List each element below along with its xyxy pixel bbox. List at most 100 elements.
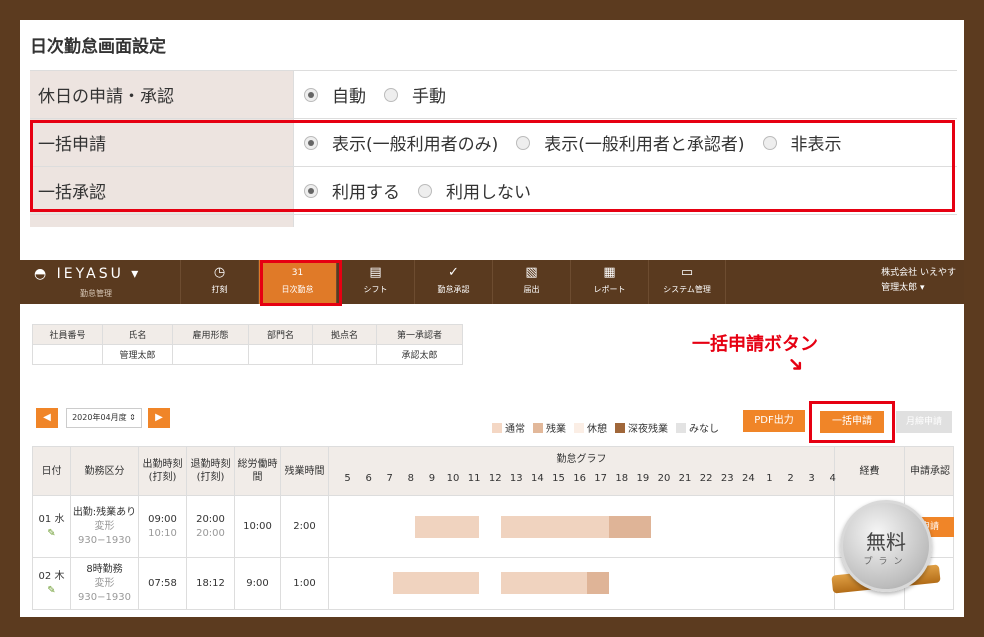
- nav-label: 打刻: [211, 285, 228, 294]
- brand[interactable]: ◓ IEYASU ▾ 勤怠管理: [20, 260, 180, 304]
- hour-label: 8: [407, 473, 415, 484]
- nav-item-shift[interactable]: ▤ シフト: [336, 260, 414, 304]
- legend-swatch: [615, 422, 625, 433]
- table-header: 部門名: [248, 324, 313, 345]
- nav-label: 届出: [523, 285, 540, 294]
- nav-item-system-admin[interactable]: ▭ システム管理: [648, 260, 726, 304]
- prev-month-button[interactable]: ◀: [36, 408, 58, 428]
- user-name-text: 管理太郎: [881, 283, 918, 293]
- pencil-icon[interactable]: ✎: [47, 527, 55, 541]
- chevron-left-icon: ◀: [43, 412, 51, 423]
- highlight-box-bulk-button: [809, 401, 895, 443]
- hour-label: 10: [446, 473, 460, 484]
- hour-label: 19: [636, 473, 650, 484]
- hour-label: 7: [386, 473, 393, 484]
- hour-label: 5: [344, 473, 351, 484]
- report-icon: ▦: [603, 265, 616, 280]
- nav-label: シフト: [363, 285, 388, 294]
- nav-label: レポート: [593, 285, 626, 294]
- legend-label: 残業: [546, 424, 566, 435]
- settings-row-partial: [30, 215, 957, 227]
- free-plan-badge: 無料 プラン: [831, 500, 942, 610]
- cell-end: 20:00 20:00: [187, 496, 235, 557]
- table-header-row: 社員番号 氏名 雇用形態 部門名 拠点名 第一承認者: [32, 324, 463, 345]
- nav-label: システム管理: [663, 285, 711, 294]
- bar-regular: [501, 516, 609, 538]
- pattern-text: 変形930−1930: [78, 577, 131, 603]
- cell-total: 10:00: [235, 496, 281, 557]
- brand-logo: ◓ IEYASU ▾: [34, 266, 142, 282]
- hour-label: 18: [615, 473, 629, 484]
- header-graph: 勤怠グラフ: [329, 447, 835, 495]
- hour-label: 20: [657, 473, 671, 484]
- legend-label: 深夜残業: [628, 424, 668, 435]
- end-punch: 20:00: [196, 527, 225, 539]
- radio-button[interactable]: [304, 87, 318, 102]
- nav-item-report[interactable]: ▦ レポート: [570, 260, 648, 304]
- header-work-type: 勤務区分: [71, 447, 139, 495]
- hour-label: 24: [741, 473, 755, 484]
- table-header: 社員番号: [32, 324, 103, 345]
- cell-start: 09:00 10:10: [139, 496, 187, 557]
- hour-label: 2: [787, 473, 794, 484]
- cell-graph: [329, 496, 835, 557]
- next-month-button[interactable]: ▶: [148, 408, 170, 428]
- nav-item-punch[interactable]: ◷ 打刻: [180, 260, 258, 304]
- bar-regular: [393, 572, 479, 594]
- pencil-icon[interactable]: ✎: [47, 584, 55, 598]
- pattern-text: 変形930−1930: [78, 520, 131, 546]
- highlight-box-settings: [30, 120, 955, 212]
- cell-overtime: 1:00: [281, 558, 329, 609]
- nav-item-notification[interactable]: ▧ 届出: [492, 260, 570, 304]
- date-text: 02 木: [38, 570, 65, 582]
- month-value: 2020年04月度: [72, 413, 127, 422]
- chevron-right-icon: ▶: [155, 412, 163, 423]
- hour-label: 21: [678, 473, 692, 484]
- monitor-icon: ▭: [680, 265, 694, 280]
- screenshot-frame: 日次勤怠画面設定 休日の申請・承認 自動 手動 一括申請 表示(一般利用者のみ)…: [20, 20, 964, 617]
- radio-option-auto[interactable]: 自動: [304, 82, 366, 107]
- header-date: 日付: [33, 447, 71, 495]
- pdf-export-button[interactable]: PDF出力: [743, 410, 805, 432]
- table-header: 第一承認者: [376, 324, 463, 345]
- month-select[interactable]: 2020年04月度 ⇕: [66, 408, 142, 428]
- hour-label: 6: [365, 473, 372, 484]
- graph-legend: 通常 残業 休憩 深夜残業 みなし: [484, 420, 719, 435]
- radio-label: 手動: [412, 87, 446, 107]
- check-icon: ✓: [448, 265, 459, 280]
- brand-name: IEYASU: [56, 266, 124, 282]
- header-start-time: 出勤時刻 (打刻): [139, 447, 187, 495]
- table-header: 拠点名: [312, 324, 377, 345]
- legend-swatch: [574, 422, 584, 433]
- settings-title: 日次勤怠画面設定: [30, 37, 166, 57]
- notebook-icon: ▤: [369, 265, 382, 280]
- clock-icon: ◷: [213, 265, 226, 280]
- cell-start: 07:58: [139, 558, 187, 609]
- table-cell: 管理太郎: [102, 344, 173, 365]
- hour-label: 3: [808, 473, 815, 484]
- bar-overtime: [587, 572, 609, 594]
- company-name: 株式会社 いえやす: [881, 268, 956, 278]
- table-header: 氏名: [102, 324, 173, 345]
- header-approval: 申請承認: [910, 465, 950, 477]
- account-menu[interactable]: 株式会社 いえやす 管理太郎 ▾: [881, 266, 956, 296]
- cell-date: 01 水 ✎: [33, 496, 71, 557]
- legend-label: みなし: [689, 424, 719, 435]
- monthly-close-button[interactable]: 月締申請: [896, 411, 952, 433]
- nav-label: 勤怠承認: [437, 285, 470, 294]
- settings-options: 自動 手動: [294, 71, 957, 118]
- radio-option-manual[interactable]: 手動: [384, 82, 446, 107]
- hour-label: 17: [594, 473, 608, 484]
- hour-label: 12: [488, 473, 502, 484]
- table-header: 雇用形態: [172, 324, 249, 345]
- table-cell: [248, 344, 313, 365]
- bar-regular: [501, 572, 587, 594]
- settings-label-empty: [30, 215, 294, 227]
- nav-item-approval[interactable]: ✓ 勤怠承認: [414, 260, 492, 304]
- radio-label: 自動: [332, 87, 366, 107]
- table-cell: [312, 344, 377, 365]
- radio-button[interactable]: [384, 87, 398, 102]
- hour-label: 1: [766, 473, 773, 484]
- employee-info-table: 社員番号 氏名 雇用形態 部門名 拠点名 第一承認者 管理太郎 承認太郎: [32, 324, 463, 365]
- legend-label: 休憩: [587, 424, 607, 435]
